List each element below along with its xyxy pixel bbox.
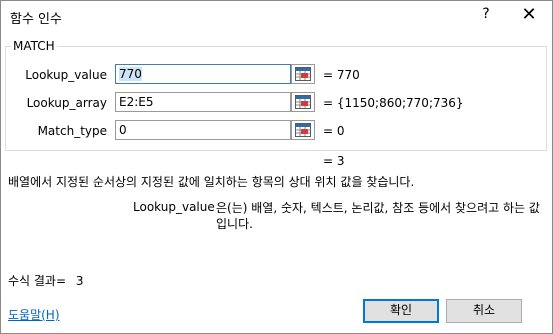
argument-help-name: Lookup_value <box>133 200 215 214</box>
lookup-value-ref-button[interactable] <box>291 64 315 84</box>
match-type-ref-button[interactable] <box>291 120 315 140</box>
range-select-icon <box>295 95 311 109</box>
title-bar: 함수 인수 ? ✕ <box>1 1 552 31</box>
help-icon[interactable]: ? <box>479 6 493 24</box>
window-title: 함수 인수 <box>10 12 62 27</box>
match-type-label: Match_type <box>37 124 107 138</box>
lookup-value-result: = 770 <box>323 68 360 82</box>
lookup-array-label: Lookup_array <box>26 96 107 110</box>
lookup-value-label: Lookup_value <box>25 68 107 82</box>
range-select-icon <box>295 67 311 81</box>
lookup-value-input[interactable]: 770 <box>115 64 291 84</box>
function-name: MATCH <box>11 39 57 53</box>
help-link[interactable]: 도움말(H) <box>8 306 60 323</box>
lookup-array-result: = {1150;860;770;736} <box>323 96 464 110</box>
cancel-button[interactable]: 취소 <box>446 299 522 323</box>
range-select-icon <box>295 123 311 137</box>
lookup-array-input[interactable]: E2:E5 <box>115 92 291 112</box>
function-arguments-dialog: 함수 인수 ? ✕ MATCH Lookup_value 770 = 770 L… <box>0 0 553 334</box>
lookup-value-text: 770 <box>119 67 142 81</box>
match-type-input[interactable]: 0 <box>115 120 291 140</box>
formula-inline-result: = 3 <box>323 154 345 168</box>
close-icon[interactable]: ✕ <box>519 4 539 26</box>
formula-result: 수식 결과= 3 <box>8 272 84 289</box>
formula-result-value: 3 <box>75 274 84 288</box>
function-description: 배열에서 지정된 순서상의 지정된 값에 일치하는 항목의 상대 위치 값을 찾… <box>8 175 415 189</box>
ok-button[interactable]: 확인 <box>363 299 439 323</box>
match-type-result: = 0 <box>323 124 345 138</box>
argument-help-text: 은(는) 배열, 숫자, 텍스트, 논리값, 참조 등에서 찾으려고 하는 값입… <box>216 201 540 231</box>
lookup-array-ref-button[interactable] <box>291 92 315 112</box>
formula-result-label: 수식 결과= <box>8 274 67 288</box>
